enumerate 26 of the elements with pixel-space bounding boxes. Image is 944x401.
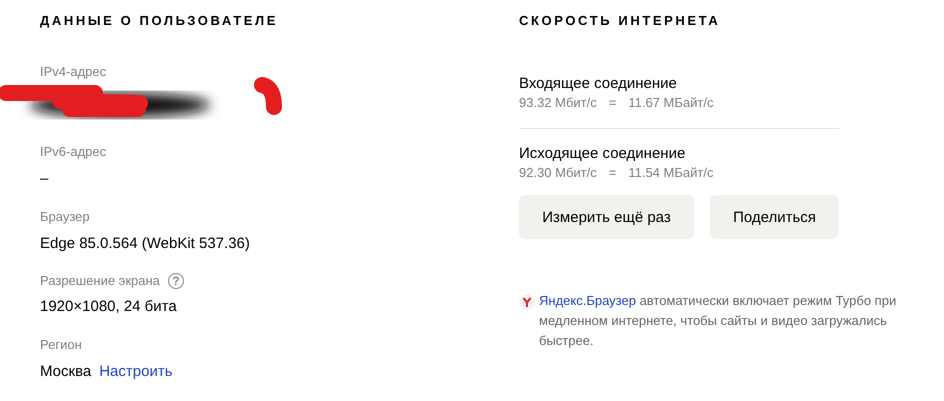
section-title: ДАННЫЕ О ПОЛЬЗОВАТЕЛЕ [40, 13, 280, 29]
measure-again-button[interactable]: Измерить ещё раз [519, 195, 694, 239]
help-icon[interactable]: ? [168, 273, 184, 289]
field-label: IPv4-адрес [40, 64, 106, 80]
speed-mbit: 92.30 Мбит/с [519, 164, 597, 181]
speed-mbyte: 11.54 МБайт/с [628, 164, 714, 181]
equals-sign: = [608, 94, 616, 111]
share-button[interactable]: Поделиться [710, 195, 839, 239]
speed-mbit: 93.32 Мбит/с [519, 94, 597, 111]
field-value: 1920×1080, 24 бита [40, 298, 177, 316]
field-label: IPv6-адрес [40, 144, 106, 160]
browser-logo-icon [519, 294, 535, 310]
section-title: СКОРОСТЬ ИНТЕРНЕТА [519, 13, 722, 29]
connection-title: Входящее соединение [519, 75, 677, 93]
speed-mbyte: 11.67 МБайт/с [628, 94, 714, 111]
field-label: Браузер [40, 209, 90, 225]
field-value: – [40, 170, 48, 188]
connection-title: Исходящее соединение [519, 145, 686, 163]
field-value: Edge 85.0.564 (WebKit 537.36) [40, 235, 250, 253]
field-value: Москва [40, 363, 92, 381]
field-label: Разрешение экрана [40, 273, 160, 289]
turbo-note: Яндекс.Браузер автоматически включает режим Турбо при медленном интернете, чтобы сайты и видео загружались быстрее. [539, 292, 898, 350]
browser-link[interactable]: Яндекс.Браузер [539, 293, 636, 308]
field-label: Регион [40, 337, 82, 353]
settings-link[interactable]: Настроить [99, 363, 173, 381]
equals-sign: = [608, 164, 616, 181]
